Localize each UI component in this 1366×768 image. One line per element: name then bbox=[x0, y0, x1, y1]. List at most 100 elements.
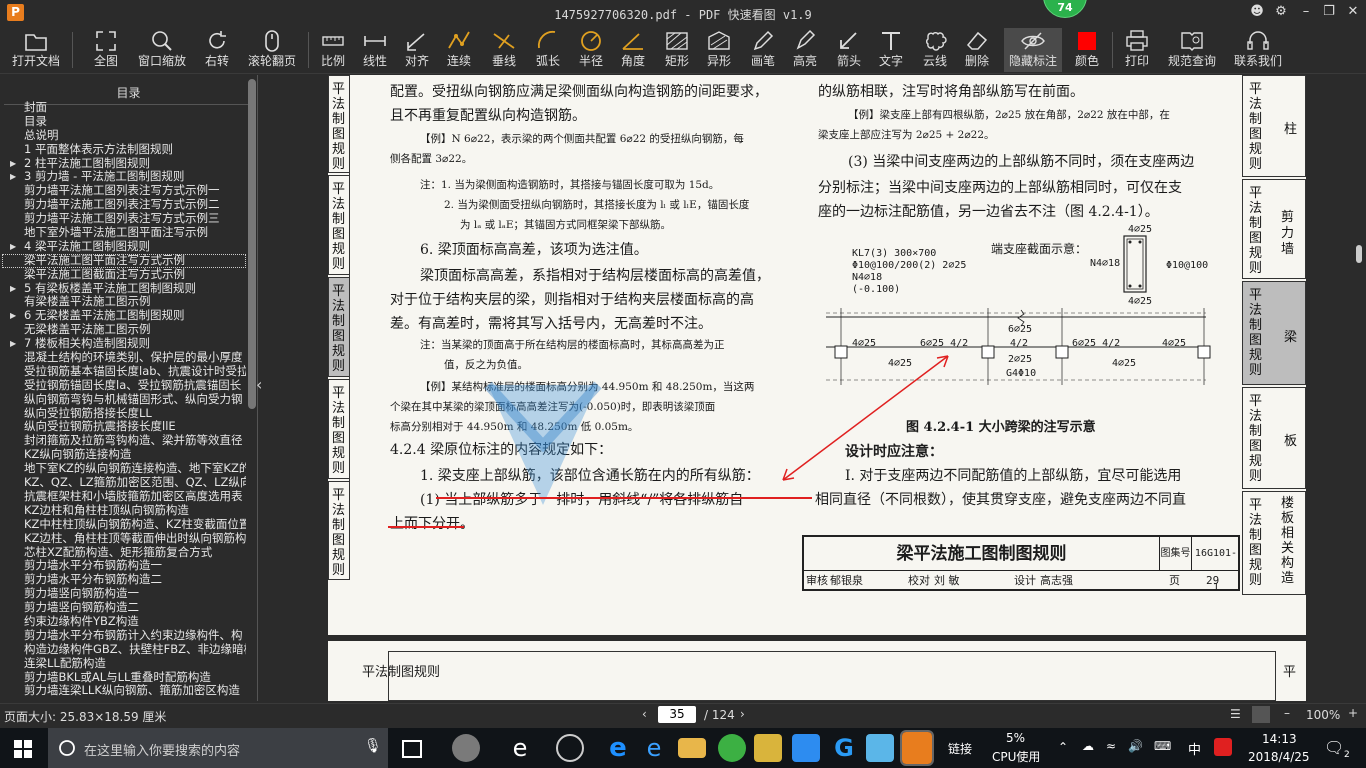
toc-item[interactable]: KZ、QZ、LZ箍筋加密区范围、QZ、LZ纵向钢 bbox=[2, 476, 246, 490]
toc-item[interactable]: 7 楼板相关构造制图规则 bbox=[2, 337, 246, 351]
toc-item[interactable]: 剪力墙BKL或AL与LL重叠时配筋构造 bbox=[2, 671, 246, 685]
single-page-view-icon[interactable]: ☰ bbox=[1230, 707, 1241, 721]
close-button[interactable]: ✕ bbox=[1343, 4, 1363, 19]
arrow-button[interactable]: 箭头 bbox=[830, 28, 868, 72]
clock-time[interactable]: 14:13 bbox=[1262, 732, 1297, 746]
continuous-view-icon[interactable] bbox=[1252, 706, 1270, 723]
toc-item[interactable]: 剪力墙平法施工图列表注写方式示例三 bbox=[2, 212, 246, 226]
document-viewer[interactable]: 平法制图规则 平法制图规则 平法制图规则 平法制图规则 平法制图规则 配置。受扭… bbox=[262, 75, 1350, 701]
prev-page-button[interactable]: ‹ bbox=[642, 707, 647, 721]
window-zoom-button[interactable]: 窗口缩放 bbox=[134, 28, 190, 72]
scale-button[interactable]: 比例 bbox=[316, 28, 350, 72]
toc-item[interactable]: 2 柱平法施工图制图规则 bbox=[2, 157, 246, 171]
pdf-viewer-taskbar-icon[interactable] bbox=[900, 730, 934, 766]
next-page-button[interactable]: › bbox=[740, 707, 745, 721]
toc-item[interactable]: 构造边缘构件GBZ、扶壁柱FBZ、非边缘暗柱 bbox=[2, 643, 246, 657]
toc-item[interactable]: 连梁LL配筋构造 bbox=[2, 657, 246, 671]
viewer-scrollbar[interactable] bbox=[1352, 75, 1366, 701]
toc-item[interactable]: 受拉钢筋锚固长度la、受拉钢筋抗震锚固长 bbox=[2, 379, 246, 393]
toc-item[interactable]: 受拉钢筋基本锚固长度lab、抗震设计时受拉 bbox=[2, 365, 246, 379]
settings-icon[interactable]: ⚙ bbox=[1271, 4, 1291, 19]
taskbar-search-box[interactable]: 在这里输入你要搜索的内容 🎙 bbox=[48, 728, 388, 768]
toc-item[interactable]: 梁平法施工图截面注写方式示例 bbox=[2, 268, 246, 282]
toc-item[interactable]: KZ边柱和角柱柱顶纵向钢筋构造 bbox=[2, 504, 246, 518]
align-measure-button[interactable]: 对齐 bbox=[400, 28, 434, 72]
toc-item[interactable]: 6 无梁楼盖平法施工图制图规则 bbox=[2, 309, 246, 323]
toc-item[interactable]: KZ中柱柱顶纵向钢筋构造、KZ柱变截面位置 bbox=[2, 518, 246, 532]
toc-item[interactable]: 抗震框架柱和小墙肢箍筋加密区高度选用表 bbox=[2, 490, 246, 504]
toc-item[interactable]: 3 剪力墙 - 平法施工图制图规则 bbox=[2, 170, 246, 184]
task-view-icon[interactable] bbox=[402, 740, 422, 758]
toc-item[interactable]: 剪力墙平法施工图列表注写方式示例二 bbox=[2, 198, 246, 212]
minimize-button[interactable]: – bbox=[1296, 4, 1316, 19]
toc-item[interactable]: 剪力墙竖向钢筋构造二 bbox=[2, 601, 246, 615]
zoom-out-button[interactable]: – bbox=[1284, 706, 1290, 720]
irregular-button[interactable]: 异形 bbox=[700, 28, 738, 72]
toc-item[interactable]: KZ边柱、角柱柱顶等截面伸出时纵向钢筋构 bbox=[2, 532, 246, 546]
app-green-icon[interactable] bbox=[718, 734, 746, 762]
contact-button[interactable]: 联系我们 bbox=[1230, 28, 1286, 72]
highlight-button[interactable]: 高亮 bbox=[786, 28, 824, 72]
toc-item[interactable]: 纵向钢筋弯钩与机械锚固形式、纵向受力钢 bbox=[2, 393, 246, 407]
app-swirl-icon[interactable] bbox=[556, 734, 584, 762]
wifi-icon[interactable]: ≈ bbox=[1106, 739, 1116, 753]
zoom-in-button[interactable]: + bbox=[1348, 706, 1358, 720]
toc-item[interactable]: 5 有梁板楼盖平法施工图制图规则 bbox=[2, 282, 246, 296]
toc-item[interactable]: 总说明 bbox=[2, 129, 246, 143]
angle-button[interactable]: 角度 bbox=[614, 28, 652, 72]
app-blue-icon[interactable] bbox=[792, 734, 820, 762]
toc-item[interactable]: 剪力墙连梁LLK纵向钢筋、箍筋加密区构造 bbox=[2, 684, 246, 698]
delete-button[interactable]: 删除 bbox=[958, 28, 996, 72]
toc-item[interactable]: 封闭箍筋及拉筋弯钩构造、梁并筋等效直径 bbox=[2, 434, 246, 448]
toc-item[interactable]: 芯柱XZ配筋构造、矩形箍筋复合方式 bbox=[2, 546, 246, 560]
maximize-button[interactable]: ❐ bbox=[1319, 4, 1339, 19]
perpendicular-button[interactable]: 垂线 bbox=[484, 28, 524, 72]
zoom-level[interactable]: 100% bbox=[1306, 708, 1340, 722]
radius-button[interactable]: 半径 bbox=[572, 28, 610, 72]
spec-query-button[interactable]: 规范查询 bbox=[1162, 28, 1222, 72]
toc-item[interactable]: 混凝土结构的环境类别、保护层的最小厚度 bbox=[2, 351, 246, 365]
rectangle-button[interactable]: 矩形 bbox=[658, 28, 696, 72]
print-button[interactable]: 打印 bbox=[1118, 28, 1156, 72]
toc-item[interactable]: 有梁楼盖平法施工图示例 bbox=[2, 295, 246, 309]
text-button[interactable]: 文字 bbox=[872, 28, 910, 72]
toc-item[interactable]: 地下室KZ的纵向钢筋连接构造、地下室KZ的 bbox=[2, 462, 246, 476]
fit-page-button[interactable]: 全图 bbox=[86, 28, 126, 72]
ie-icon[interactable]: e bbox=[640, 734, 668, 762]
toc-item[interactable]: 目录 bbox=[2, 115, 246, 129]
microphone-icon[interactable]: 🎙 bbox=[364, 738, 382, 754]
open-document-button[interactable]: 打开文档 bbox=[8, 28, 64, 72]
hide-markup-button[interactable]: 隐藏标注 bbox=[1004, 28, 1062, 72]
pen-button[interactable]: 画笔 bbox=[744, 28, 782, 72]
toc-item[interactable]: KZ纵向钢筋连接构造 bbox=[2, 448, 246, 462]
notification-center-icon[interactable]: 🗨 bbox=[1324, 738, 1344, 757]
continuous-measure-button[interactable]: 连续 bbox=[442, 28, 476, 72]
rotate-right-button[interactable]: 右转 bbox=[198, 28, 236, 72]
chevron-up-icon[interactable]: ⌃ bbox=[1058, 740, 1068, 754]
toc-item[interactable]: 约束边缘构件YBZ构造 bbox=[2, 615, 246, 629]
app-g-icon[interactable]: G bbox=[830, 734, 858, 762]
scroll-thumb[interactable] bbox=[1356, 245, 1362, 263]
cloud-line-button[interactable]: 云线 bbox=[916, 28, 954, 72]
toc-item[interactable]: 纵向受拉钢筋抗震搭接长度llE bbox=[2, 420, 246, 434]
color-button[interactable]: 颜色 bbox=[1068, 28, 1106, 72]
toc-item[interactable]: 剪力墙水平分布钢筋构造二 bbox=[2, 573, 246, 587]
windows-start-icon[interactable] bbox=[14, 740, 32, 758]
toc-item[interactable]: 1 平面整体表示方法制图规则 bbox=[2, 143, 246, 157]
edge-browser-icon[interactable]: e bbox=[506, 734, 534, 762]
file-explorer-icon[interactable] bbox=[678, 738, 706, 758]
user-icon[interactable]: ☻ bbox=[1247, 4, 1267, 19]
toc-item[interactable]: 4 梁平法施工图制图规则 bbox=[2, 240, 246, 254]
app-pinwheel-icon[interactable] bbox=[452, 734, 480, 762]
wheel-page-button[interactable]: 滚轮翻页 bbox=[244, 28, 300, 72]
toc-item[interactable]: 纵向受拉钢筋搭接长度LL bbox=[2, 407, 246, 421]
toc-item[interactable]: 梁平法施工图平面注写方式示例 bbox=[2, 253, 246, 268]
linear-measure-button[interactable]: 线性 bbox=[358, 28, 392, 72]
toc-list[interactable]: 封面目录总说明1 平面整体表示方法制图规则2 柱平法施工图制图规则3 剪力墙 -… bbox=[2, 101, 246, 701]
toc-item[interactable]: 剪力墙竖向钢筋构造一 bbox=[2, 587, 246, 601]
link-toolbar-label[interactable]: 链接 bbox=[948, 740, 972, 757]
toc-item[interactable]: 剪力墙水平分布钢筋计入约束边缘构件、构 bbox=[2, 629, 246, 643]
toc-item[interactable]: 剪力墙水平分布钢筋构造一 bbox=[2, 559, 246, 573]
notepad-app-icon[interactable] bbox=[754, 734, 782, 762]
edge-icon[interactable]: e bbox=[604, 734, 632, 762]
